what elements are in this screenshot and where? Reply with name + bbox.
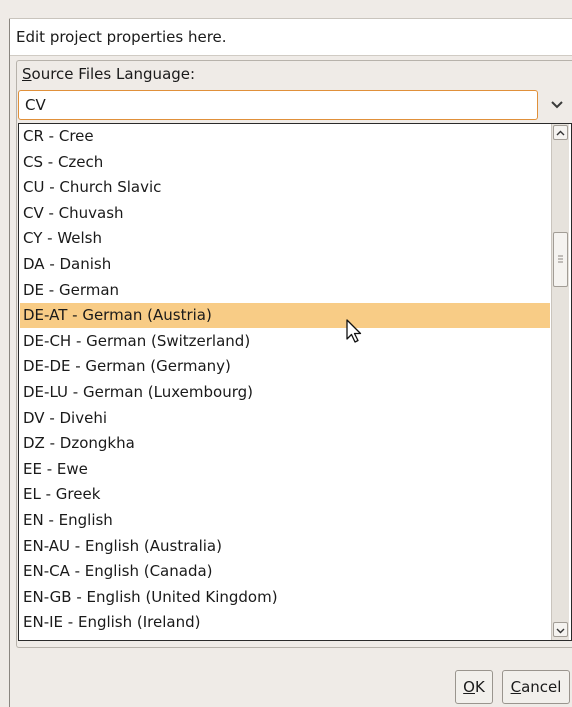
cancel-button[interactable]: Cancel xyxy=(502,670,570,704)
description-text: Edit project properties here. xyxy=(16,28,227,46)
description-strip: Edit project properties here. xyxy=(10,19,572,56)
panel-left-border xyxy=(9,18,10,707)
list-item[interactable]: DE-DE - German (Germany) xyxy=(20,354,550,379)
language-dropdown-list[interactable]: CR - Cree CS - Czech CU - Church Slavic CV … xyxy=(18,123,572,641)
cancel-mnemonic: C xyxy=(510,678,522,696)
mouse-pointer-icon xyxy=(346,319,362,343)
ok-mnemonic: O xyxy=(463,678,475,696)
ok-label: K xyxy=(474,678,485,696)
triangle-up-icon xyxy=(556,130,565,136)
list-item[interactable]: CS - Czech xyxy=(20,150,550,175)
list-item[interactable]: EN - English xyxy=(20,508,550,533)
chevron-down-icon[interactable] xyxy=(548,95,566,113)
list-item[interactable]: DE-CH - German (Switzerland) xyxy=(20,329,550,354)
combo-value[interactable]: CV xyxy=(25,96,46,114)
project-properties-dialog: Edit project properties here. Source Fil… xyxy=(0,0,572,707)
list-item[interactable]: CV - Chuvash xyxy=(20,201,550,226)
source-language-label: Source Files Language: xyxy=(22,65,195,83)
list-item[interactable]: DE-AT - German (Austria) xyxy=(20,303,550,329)
ok-button[interactable]: OK xyxy=(455,670,493,704)
triangle-down-icon xyxy=(556,628,565,634)
list-item[interactable]: CY - Welsh xyxy=(20,226,550,251)
list-item[interactable]: EN-CA - English (Canada) xyxy=(20,559,550,584)
list-item[interactable]: DA - Danish xyxy=(20,252,550,277)
list-item[interactable]: EN-IE - English (Ireland) xyxy=(20,610,550,635)
list-item[interactable]: CR - Cree xyxy=(20,124,550,149)
list-item[interactable]: DZ - Dzongkha xyxy=(20,431,550,456)
list-item[interactable]: DE-LU - German (Luxembourg) xyxy=(20,380,550,405)
cancel-label: ancel xyxy=(521,678,562,696)
list-item[interactable]: EE - Ewe xyxy=(20,457,550,482)
list-item[interactable]: EL - Greek xyxy=(20,482,550,507)
list-item[interactable]: EN-AU - English (Australia) xyxy=(20,534,550,559)
scroll-thumb[interactable] xyxy=(553,232,568,287)
list-item[interactable]: CU - Church Slavic xyxy=(20,175,550,200)
grip-icon xyxy=(558,255,563,263)
list-item[interactable]: DV - Divehi xyxy=(20,406,550,431)
list-item[interactable]: DE - German xyxy=(20,278,550,303)
list-item[interactable]: EN-GB - English (United Kingdom) xyxy=(20,585,550,610)
source-language-combo[interactable]: CV xyxy=(18,90,538,120)
label-text: ource Files Language: xyxy=(31,65,196,83)
list-scrollbar[interactable] xyxy=(551,124,569,640)
scroll-up-button[interactable] xyxy=(553,125,568,140)
scroll-down-button[interactable] xyxy=(553,622,568,637)
label-mnemonic: S xyxy=(22,65,32,83)
